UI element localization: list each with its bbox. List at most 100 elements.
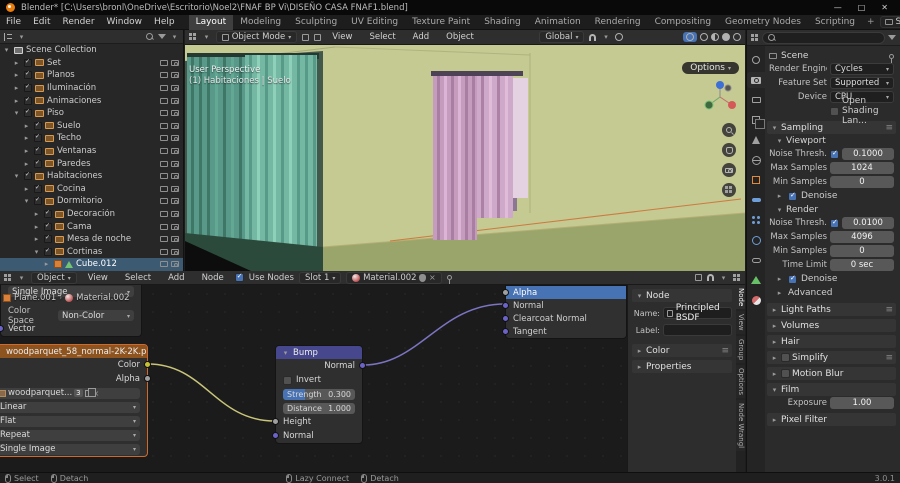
- sidebar-tab-options[interactable]: Options: [736, 365, 745, 398]
- pin-icon[interactable]: [447, 275, 452, 280]
- snap-icon[interactable]: [589, 34, 596, 41]
- disable-render-icon[interactable]: [171, 135, 179, 141]
- exclude-checkbox[interactable]: [34, 147, 42, 155]
- height-input-socket[interactable]: [272, 418, 279, 425]
- disable-render-icon[interactable]: [171, 261, 179, 267]
- disclosure-icon[interactable]: [32, 210, 41, 218]
- disable-render-icon[interactable]: [171, 72, 179, 78]
- exclude-checkbox[interactable]: [24, 109, 32, 117]
- outliner-row-cama[interactable]: Cama: [0, 220, 183, 233]
- properties-section-header[interactable]: Properties: [632, 360, 732, 373]
- pixel-filter-section-header[interactable]: Pixel Filter: [767, 413, 896, 426]
- motion-blur-checkbox[interactable]: [781, 369, 790, 378]
- tab-compositing[interactable]: Compositing: [648, 15, 718, 30]
- outliner-row-habitaciones[interactable]: Habitaciones: [0, 170, 183, 183]
- disable-render-icon[interactable]: [171, 98, 179, 104]
- disclosure-icon[interactable]: [32, 235, 41, 243]
- disclosure-icon[interactable]: [22, 147, 31, 155]
- disable-render-icon[interactable]: [171, 173, 179, 179]
- menu-help[interactable]: Help: [148, 17, 181, 27]
- snap-caret-icon[interactable]: [601, 33, 610, 41]
- hide-viewport-icon[interactable]: [160, 224, 168, 230]
- properties-search-input[interactable]: [762, 32, 885, 44]
- viewport-menu-add[interactable]: Add: [407, 32, 435, 42]
- shading-wireframe-icon[interactable]: [700, 33, 708, 41]
- tab-material[interactable]: [747, 292, 765, 308]
- max-samples-field[interactable]: 4096: [830, 231, 894, 243]
- invert-checkbox[interactable]: [283, 376, 292, 385]
- image-texture-node[interactable]: woodparquet_58_normal-2K-2K.png Color Al…: [0, 344, 148, 457]
- source-dropdown[interactable]: Single Image: [0, 444, 140, 455]
- outliner-row-cocina[interactable]: Cocina: [0, 183, 183, 196]
- viewport-denoise-row[interactable]: Denoise: [767, 189, 896, 203]
- hide-viewport-icon[interactable]: [160, 186, 168, 192]
- tab-render[interactable]: [747, 72, 765, 88]
- outliner-row-animaciones[interactable]: Animaciones: [0, 94, 183, 107]
- outliner-row-piso[interactable]: Piso: [0, 107, 183, 120]
- outliner-row-decoracion[interactable]: Decoración: [0, 208, 183, 221]
- viewport-menu-view[interactable]: View: [326, 32, 358, 42]
- exclude-checkbox[interactable]: [24, 59, 32, 67]
- disclosure-icon[interactable]: [12, 109, 21, 117]
- volumes-section-header[interactable]: Volumes: [767, 319, 896, 332]
- menu-render[interactable]: Render: [57, 17, 101, 27]
- hide-viewport-icon[interactable]: [160, 261, 168, 267]
- xray-toggle-icon[interactable]: [686, 33, 694, 41]
- outliner-row-iluminacion[interactable]: Iluminación: [0, 82, 183, 95]
- exclude-checkbox[interactable]: [24, 172, 32, 180]
- hide-viewport-icon[interactable]: [160, 249, 168, 255]
- viewport-menu-select[interactable]: Select: [363, 32, 401, 42]
- navigation-gizmo[interactable]: [701, 78, 739, 116]
- tab-shading[interactable]: Shading: [477, 15, 528, 30]
- render-denoise-row[interactable]: Denoise: [767, 272, 896, 286]
- color-section-header[interactable]: Color: [632, 344, 732, 357]
- hide-viewport-icon[interactable]: [160, 198, 168, 204]
- disclosure-icon[interactable]: [12, 59, 21, 67]
- pin-icon[interactable]: [889, 54, 894, 59]
- collapse-icon[interactable]: [0, 348, 3, 356]
- motion-blur-section-header[interactable]: Motion Blur: [767, 367, 896, 380]
- shader-editor-type-icon[interactable]: [4, 274, 12, 282]
- render-subsection-header[interactable]: Render: [767, 203, 896, 216]
- tab-physics[interactable]: [747, 232, 765, 248]
- exclude-checkbox[interactable]: [44, 248, 52, 256]
- exposure-field[interactable]: 1.00: [830, 397, 894, 409]
- fake-user-icon[interactable]: [419, 274, 426, 282]
- presets-icon[interactable]: [721, 346, 729, 356]
- sidebar-tab-view[interactable]: View: [736, 311, 745, 334]
- hide-viewport-icon[interactable]: [160, 173, 168, 179]
- slot-dropdown[interactable]: Slot 1: [299, 272, 341, 284]
- mode-toggle-icon[interactable]: [302, 34, 309, 41]
- tab-animation[interactable]: Animation: [528, 15, 588, 30]
- disclosure-icon[interactable]: [42, 260, 51, 268]
- shader-menu-select[interactable]: Select: [119, 273, 157, 283]
- simplify-checkbox[interactable]: [781, 353, 790, 362]
- disclosure-icon[interactable]: [22, 197, 31, 205]
- exclude-checkbox[interactable]: [34, 197, 42, 205]
- proportional-edit-icon[interactable]: [615, 33, 623, 41]
- viewport-canvas[interactable]: User Perspective (1) Habitaciones | Suel…: [185, 45, 745, 271]
- scene-selector[interactable]: Scene: [880, 16, 900, 28]
- noise-threshold-checkbox[interactable]: [830, 219, 839, 228]
- disclosure-icon[interactable]: [2, 46, 11, 54]
- tab-geometry-nodes[interactable]: Geometry Nodes: [718, 15, 808, 30]
- overlays-icon[interactable]: [733, 274, 741, 282]
- alpha-input-socket[interactable]: [502, 289, 509, 296]
- render-engine-dropdown[interactable]: Cycles: [830, 63, 894, 75]
- snap-icon[interactable]: [707, 274, 714, 281]
- denoise-checkbox[interactable]: [788, 192, 797, 201]
- exclude-checkbox[interactable]: [24, 71, 32, 79]
- disable-render-icon[interactable]: [171, 236, 179, 242]
- bump-node[interactable]: Bump Normal Invert Strength 0.300 Distan…: [275, 345, 363, 444]
- collapse-icon[interactable]: [281, 349, 290, 357]
- snap-caret-icon[interactable]: [719, 274, 728, 282]
- outliner-editor-type-icon[interactable]: [4, 33, 13, 41]
- normal-output-socket[interactable]: [359, 362, 366, 369]
- properties-filter-icon[interactable]: [888, 35, 896, 40]
- viewport-subsection-header[interactable]: Viewport: [767, 134, 896, 147]
- disclosure-icon[interactable]: [22, 134, 31, 142]
- disable-render-icon[interactable]: [171, 249, 179, 255]
- tab-uv-editing[interactable]: UV Editing: [344, 15, 405, 30]
- presets-icon[interactable]: [885, 353, 893, 363]
- tab-particles[interactable]: [747, 212, 765, 228]
